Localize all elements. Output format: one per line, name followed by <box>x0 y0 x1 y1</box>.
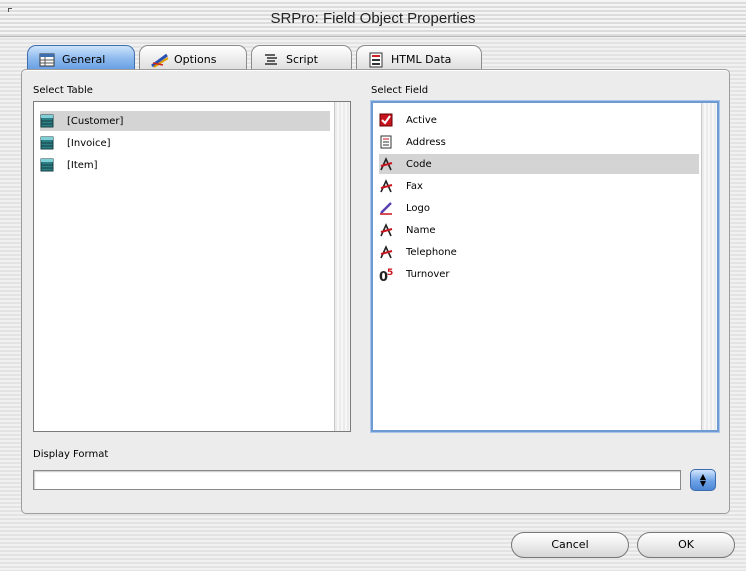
list-item-label: Code <box>406 158 432 170</box>
boolean-field-icon <box>379 113 393 127</box>
table-list[interactable]: [Customer] [Invoice] [Item] <box>33 101 351 432</box>
window-title: SRPro: Field Object Properties <box>270 10 476 27</box>
list-item-label: [Item] <box>67 159 98 171</box>
select-field-label: Select Field <box>371 85 429 96</box>
table-icon <box>40 136 54 150</box>
list-item-label: Address <box>406 136 446 148</box>
list-item[interactable]: Telephone <box>379 242 699 262</box>
tab-general-label: General <box>62 53 106 66</box>
list-item[interactable]: 05 Turnover <box>379 264 699 285</box>
list-item[interactable]: Fax <box>379 176 699 196</box>
table-icon <box>40 114 54 128</box>
real-number-field-icon: 05 <box>379 267 393 285</box>
alpha-field-icon <box>379 157 393 171</box>
title-bar[interactable]: SRPro: Field Object Properties <box>0 0 746 37</box>
list-item-label: Telephone <box>406 246 457 258</box>
list-item-label: Logo <box>406 202 430 214</box>
list-item-label: Name <box>406 224 436 236</box>
field-list-scrollbar[interactable] <box>701 103 717 430</box>
display-format-input[interactable] <box>33 470 681 490</box>
up-down-arrows-icon: ▲ ▼ <box>699 472 707 488</box>
field-list[interactable]: Active Address Code Fax Logo Name Teleph… <box>371 101 719 432</box>
list-item[interactable]: Address <box>379 132 699 152</box>
alpha-field-icon <box>379 245 393 259</box>
alpha-field-icon <box>379 223 393 237</box>
html-document-icon <box>368 52 384 68</box>
list-item[interactable]: Logo <box>379 198 699 218</box>
pencil-ruler-icon <box>151 52 169 68</box>
list-item[interactable]: Code <box>379 154 699 174</box>
display-format-stepper[interactable]: ▲ ▼ <box>690 469 716 491</box>
text-field-icon <box>379 135 393 149</box>
list-item[interactable]: Name <box>379 220 699 240</box>
tab-options-label: Options <box>174 53 217 66</box>
list-item[interactable]: [Customer] <box>40 111 330 131</box>
list-item-label: Turnover <box>406 268 450 280</box>
alpha-field-icon <box>379 179 393 193</box>
script-lines-icon <box>263 52 279 68</box>
list-item[interactable]: Active <box>379 110 699 130</box>
table-icon <box>40 158 54 172</box>
ok-button[interactable]: OK <box>637 532 735 558</box>
cancel-button[interactable]: Cancel <box>511 532 629 558</box>
list-item[interactable]: [Item] <box>40 155 330 175</box>
list-item-label: [Customer] <box>67 115 124 127</box>
picture-field-icon <box>379 201 393 215</box>
list-item-label: Fax <box>406 180 423 192</box>
list-item[interactable]: [Invoice] <box>40 133 330 153</box>
select-table-label: Select Table <box>33 85 93 96</box>
display-format-label: Display Format <box>33 449 109 460</box>
table-grid-icon <box>39 52 55 68</box>
tab-script-label: Script <box>286 53 318 66</box>
list-item-label: [Invoice] <box>67 137 111 149</box>
list-item-label: Active <box>406 114 437 126</box>
svg-text:5: 5 <box>387 268 393 278</box>
tab-html-data-label: HTML Data <box>391 53 452 66</box>
table-list-scrollbar[interactable] <box>334 102 350 431</box>
